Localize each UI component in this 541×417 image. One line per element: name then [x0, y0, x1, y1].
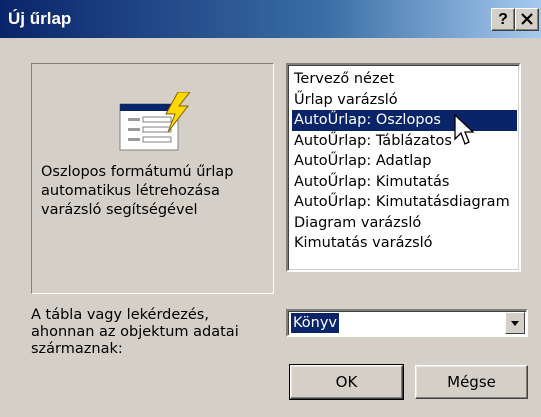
source-label-line: ahonnan az objektum adatai [31, 324, 239, 340]
close-icon [521, 13, 533, 25]
list-item[interactable]: Űrlap varázsló [292, 90, 517, 111]
help-button[interactable]: ? [491, 8, 515, 31]
form-type-listbox[interactable]: Tervező nézet Űrlap varázsló AutoŰrlap: … [286, 63, 521, 272]
dropdown-button[interactable] [505, 312, 525, 334]
preview-panel: Oszlopos formátumú űrlap automatikus lét… [31, 63, 274, 294]
list-item[interactable]: Tervező nézet [292, 69, 517, 90]
dialog-title: Új űrlap [8, 9, 72, 28]
source-label: A tábla vagy lekérdezés, ahonnan az obje… [31, 307, 271, 358]
list-item[interactable]: Kimutatás varázsló [292, 233, 517, 254]
description-line: varázsló segítségével [41, 202, 198, 218]
list-item[interactable]: AutoŰrlap: Táblázatos [292, 131, 517, 152]
list-item-selected[interactable]: AutoŰrlap: Oszlopos [292, 110, 517, 131]
cancel-button[interactable]: Mégse [415, 365, 528, 399]
mouse-pointer-icon [454, 114, 475, 145]
close-button[interactable] [515, 8, 539, 31]
chevron-down-icon [511, 321, 519, 326]
new-form-dialog: Új űrlap ? Oszlopos formátumú űrlap auto… [0, 0, 541, 417]
form-wizard-icon [119, 92, 191, 151]
description-line: automatikus létrehozása [41, 183, 220, 199]
list-item[interactable]: AutoŰrlap: Kimutatás [292, 172, 517, 193]
title-bar[interactable]: Új űrlap ? [0, 0, 541, 38]
description-line: Oszlopos formátumú űrlap [41, 164, 234, 180]
list-item[interactable]: AutoŰrlap: Adatlap [292, 151, 517, 172]
ok-button[interactable]: OK [289, 364, 404, 400]
source-table-select[interactable]: Könyv [286, 309, 528, 337]
source-label-line: származnak: [31, 341, 123, 357]
preview-description: Oszlopos formátumú űrlap automatikus lét… [41, 163, 266, 220]
list-item[interactable]: Diagram varázsló [292, 213, 517, 234]
form-type-list: Tervező nézet Űrlap varázsló AutoŰrlap: … [292, 69, 517, 254]
source-label-line: A tábla vagy lekérdezés, [31, 307, 209, 323]
list-item[interactable]: AutoŰrlap: Kimutatásdiagram [292, 192, 517, 213]
source-table-value: Könyv [291, 313, 340, 333]
